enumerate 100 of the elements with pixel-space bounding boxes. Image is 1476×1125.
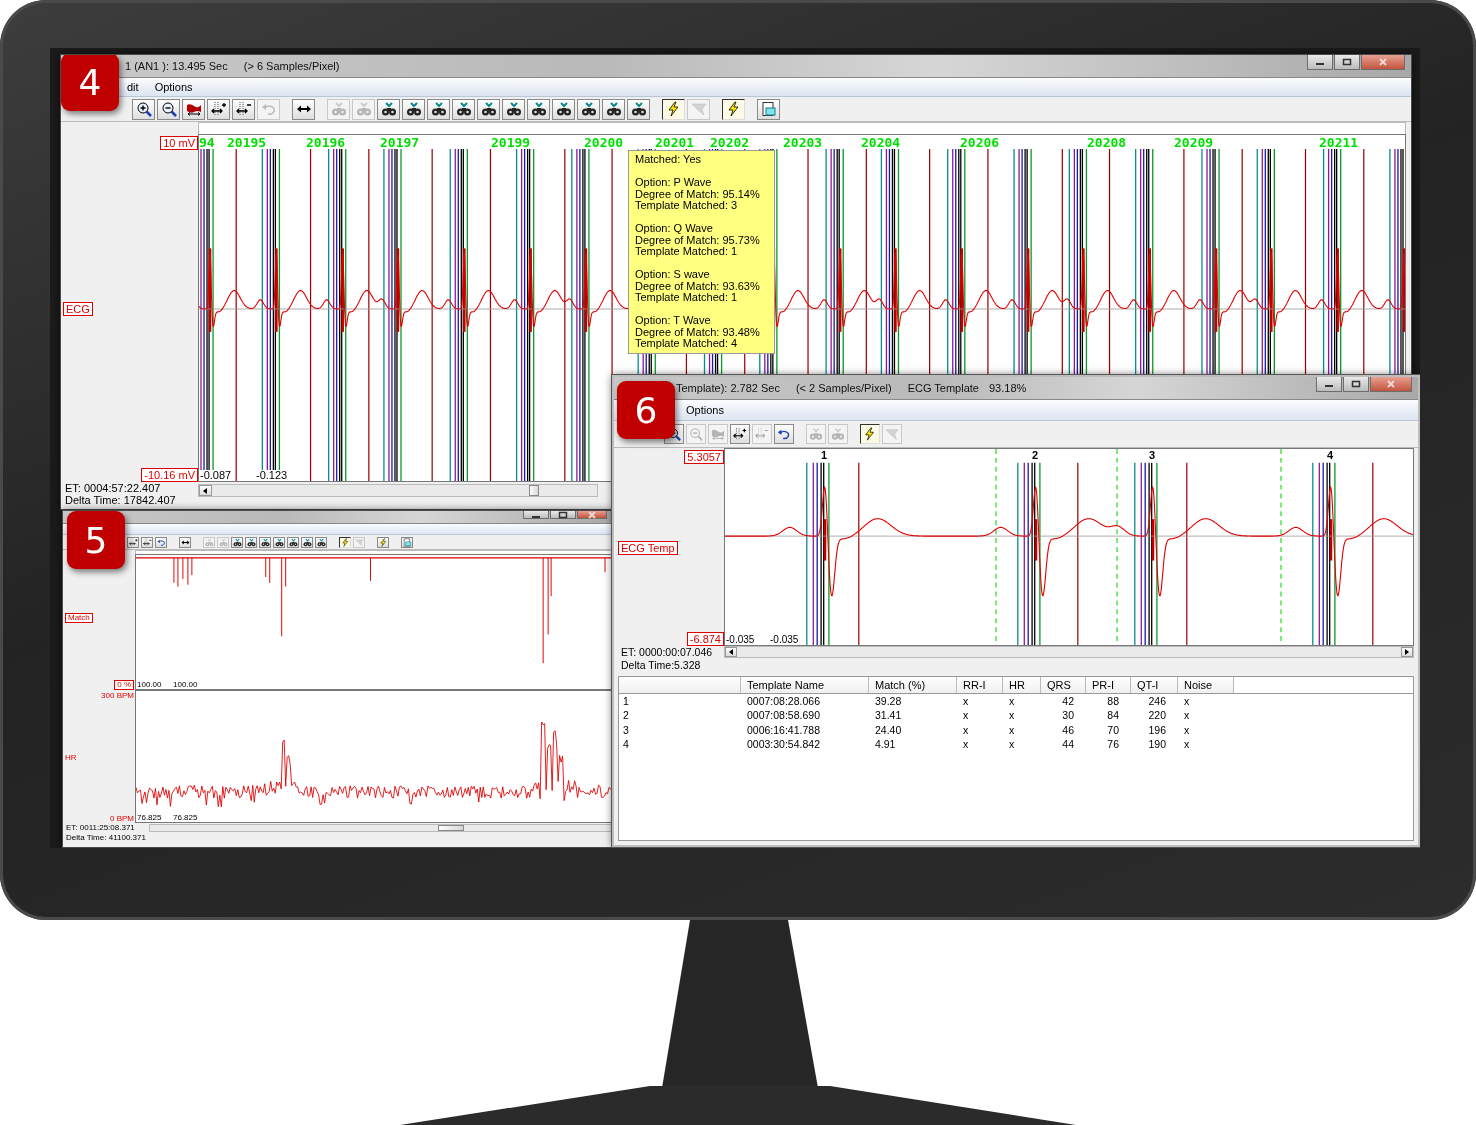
channel-label: Match: [65, 612, 93, 623]
toolbar-button[interactable]: [757, 98, 780, 120]
row-number: 4: [622, 736, 630, 752]
cursor-value: 76.825: [173, 814, 198, 822]
horizontal-scrollbar[interactable]: [149, 824, 613, 832]
horizontal-scrollbar[interactable]: [198, 484, 598, 497]
horizontal-scrollbar[interactable]: [724, 646, 1414, 658]
lightning-icon: [378, 537, 388, 547]
close-icon: [1386, 380, 1396, 388]
maximize-icon: [558, 511, 568, 519]
toolbar-button[interactable]: [722, 98, 745, 120]
scroll-thumb[interactable]: [529, 485, 539, 496]
table-cell-text: x: [962, 708, 970, 723]
toolbar-button[interactable]: [179, 536, 191, 548]
toolbar-button[interactable]: [132, 98, 155, 120]
toolbar-button[interactable]: [662, 98, 685, 120]
column-header[interactable]: QT-I: [1131, 677, 1178, 693]
tooltip-text: Matched: Yes: [635, 154, 703, 166]
maximize-button[interactable]: [550, 511, 576, 519]
toolbar-button[interactable]: [577, 98, 600, 120]
toolbar-button[interactable]: [141, 536, 153, 548]
toolbar-button[interactable]: [402, 98, 425, 120]
minimize-button[interactable]: [1316, 377, 1342, 392]
toolbar-button[interactable]: [377, 98, 400, 120]
binoculars-icon: [380, 101, 397, 117]
maximize-button[interactable]: [1343, 377, 1369, 392]
toolbar-button[interactable]: [339, 536, 351, 548]
column-header[interactable]: Match (%): [869, 677, 957, 693]
table-cell-text: 42: [1061, 694, 1075, 709]
binoculars-icon: [505, 101, 522, 117]
table-cell-text: x: [962, 722, 970, 737]
toolbar-button[interactable]: [502, 98, 525, 120]
delta-time-value: 5.328: [674, 659, 701, 671]
binoculars-icon: [430, 101, 447, 117]
binoculars-icon: [218, 537, 228, 547]
binoculars-icon: [831, 427, 845, 441]
close-button[interactable]: [577, 511, 607, 519]
toolbar-button[interactable]: [774, 424, 794, 444]
toolbar-button[interactable]: [231, 536, 243, 548]
toolbar-button[interactable]: [232, 98, 255, 120]
binoculars-icon: [232, 537, 242, 547]
scroll-right-button[interactable]: [1401, 647, 1413, 657]
toolbar-button[interactable]: [427, 98, 450, 120]
menu-item[interactable]: Options: [678, 404, 732, 416]
expand-icon: [210, 101, 227, 117]
menu-item[interactable]: dit: [119, 81, 147, 93]
menu-item[interactable]: Options: [146, 81, 201, 93]
waveform-icon: [185, 101, 202, 117]
window-title: (> 6 Samples/Pixel): [243, 60, 340, 72]
toolbar-button[interactable]: [292, 98, 315, 120]
toolbar-button[interactable]: [207, 98, 230, 120]
scroll-left-button[interactable]: [199, 485, 212, 496]
scale-label: -6.874: [686, 631, 724, 646]
column-header[interactable]: PR-I: [1086, 677, 1131, 693]
toolbar-button[interactable]: [287, 536, 299, 548]
column-header[interactable]: Template Name: [741, 677, 869, 693]
table-cell-text: x: [962, 736, 970, 752]
toolbar-button[interactable]: [527, 98, 550, 120]
beat-number: 20195: [227, 136, 267, 149]
scroll-left-button[interactable]: [725, 647, 737, 657]
column-header[interactable]: RR-I: [957, 677, 1003, 693]
table-cell-text: 70: [1106, 722, 1120, 737]
toolbar-button[interactable]: [602, 98, 625, 120]
table-cell-text: 0003:30:54.842: [746, 736, 821, 752]
toolbar-button[interactable]: [157, 98, 180, 120]
binoculars-icon: [630, 101, 647, 117]
toolbar-button[interactable]: [730, 424, 750, 444]
toolbar-button[interactable]: [245, 536, 257, 548]
channel-label: ECG Temp: [618, 540, 678, 556]
toolbar-button[interactable]: [301, 536, 313, 548]
toolbar-button[interactable]: [273, 536, 285, 548]
column-header[interactable]: HR: [1003, 677, 1041, 693]
binoculars-icon: [555, 101, 572, 117]
column-header[interactable]: QRS: [1041, 677, 1086, 693]
table-cell-text: 190: [1147, 736, 1167, 752]
toolbar-button[interactable]: [552, 98, 575, 120]
delta-time: Delta Time: 41100.371: [66, 833, 146, 843]
toolbar-button[interactable]: [315, 536, 327, 548]
scroll-thumb[interactable]: [438, 825, 464, 831]
maximize-icon: [1342, 58, 1352, 66]
beat-number: 2: [1032, 450, 1039, 461]
table-cell-text: 84: [1106, 708, 1120, 723]
document-icon: [760, 101, 777, 117]
minimize-button[interactable]: [523, 511, 549, 519]
toolbar-button[interactable]: [127, 536, 139, 548]
maximize-button[interactable]: [1334, 55, 1360, 70]
toolbar-button[interactable]: [452, 98, 475, 120]
channel-label: HR: [65, 752, 77, 762]
toolbar-button[interactable]: [259, 536, 271, 548]
toolbar-button[interactable]: [627, 98, 650, 120]
toolbar-button[interactable]: [477, 98, 500, 120]
binoculars-icon: [302, 537, 312, 547]
tooltip-text: Template Matched: 3: [635, 200, 739, 212]
minimize-button[interactable]: [1307, 55, 1333, 70]
elapsed-time: ET: 0000:00:07.046: [621, 646, 714, 659]
beat-number: 1: [821, 450, 828, 461]
toolbar-button[interactable]: [860, 424, 880, 444]
column-header[interactable]: Noise: [1178, 677, 1234, 693]
table-cell-text: 88: [1106, 694, 1120, 709]
toolbar-button[interactable]: [182, 98, 205, 120]
